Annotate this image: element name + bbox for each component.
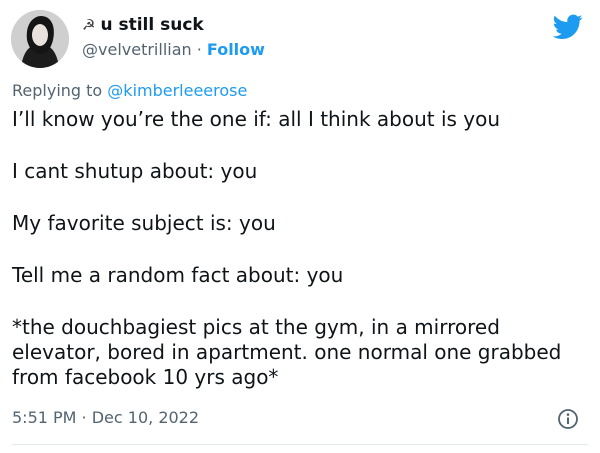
avatar[interactable] [11, 10, 69, 68]
reply-prefix: Replying to [12, 81, 108, 100]
user-handle[interactable]: @velvetrillian [82, 40, 192, 59]
tweet-line: *the douchbagiest pics at the gym, in a … [12, 315, 562, 389]
tweet-line: My favorite subject is: you [12, 211, 276, 235]
reply-context: Replying to @kimberleeerose [12, 80, 247, 102]
tweet-line: I cant shutup about: you [12, 159, 258, 183]
tweet-line: Tell me a random fact about: you [12, 263, 344, 287]
timestamp-link[interactable]: 5:51 PM · Dec 10, 2022 [12, 407, 199, 429]
time-separator: · [76, 408, 92, 427]
avatar-image [11, 10, 69, 68]
twitter-bird-icon[interactable] [553, 14, 583, 40]
tweet-time: 5:51 PM [12, 408, 77, 427]
tweet-line: I’ll know you’re the one if: all I think… [12, 107, 501, 131]
hammer-sickle-icon: ☭ [82, 15, 96, 34]
name-row: ☭ u still suck [82, 13, 265, 37]
follow-button[interactable]: Follow [207, 40, 265, 59]
tweet-body: I’ll know you’re the one if: all I think… [12, 107, 582, 390]
tweet-card: ☭ u still suck @velvetrillian · Follow R… [0, 0, 600, 453]
tweet-date: Dec 10, 2022 [91, 408, 200, 427]
user-info: ☭ u still suck @velvetrillian · Follow [82, 13, 265, 61]
handle-row: @velvetrillian · Follow [82, 39, 265, 61]
info-icon[interactable] [557, 408, 579, 430]
reply-mention-link[interactable]: @kimberleeerose [107, 81, 247, 100]
display-name[interactable]: u still suck [100, 14, 203, 36]
divider [12, 444, 588, 445]
handle-separator: · [191, 40, 207, 59]
